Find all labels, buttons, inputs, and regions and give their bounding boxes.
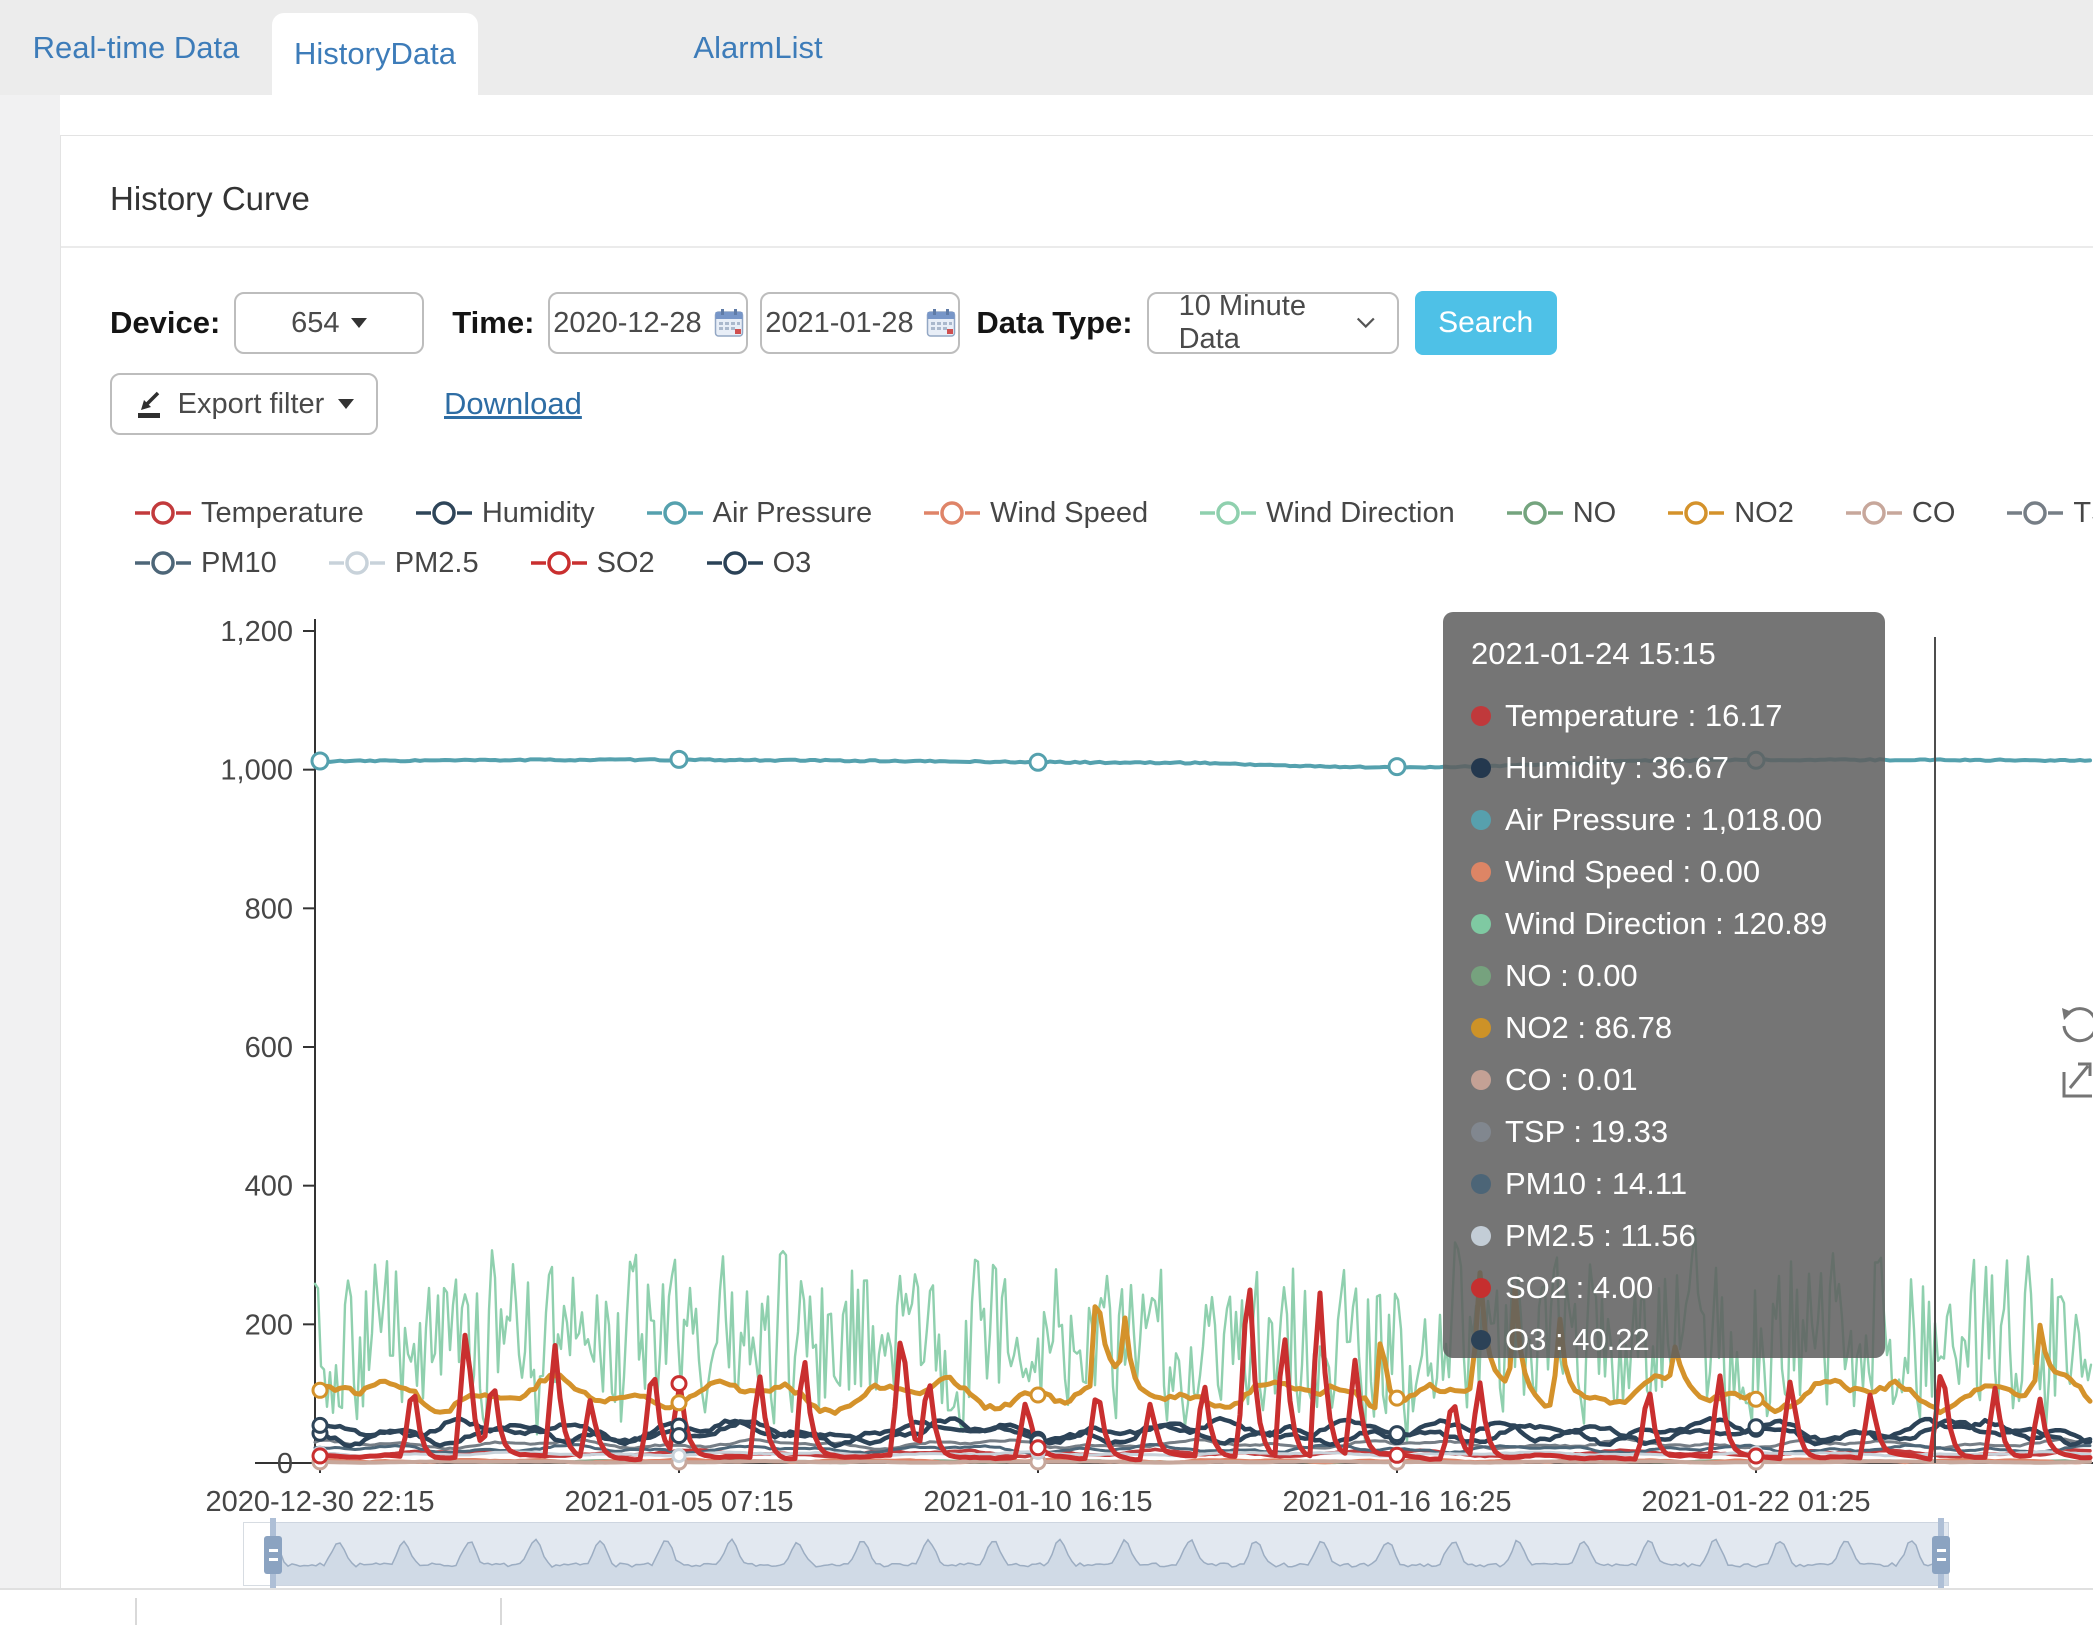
restore-icon[interactable]	[2058, 996, 2093, 1044]
tooltip-value: O3 : 40.22	[1505, 1322, 1650, 1358]
svg-text:800: 800	[245, 893, 293, 925]
chart-tooltip: 2021-01-24 15:15 Temperature : 16.17 Humi…	[1443, 612, 1885, 1358]
svg-text:400: 400	[245, 1171, 293, 1203]
page: { "tabs": { "items": [ {"label": "Real-t…	[0, 0, 2093, 1625]
tooltip-value: Wind Direction : 120.89	[1505, 906, 1827, 942]
datazoom-right-handle[interactable]	[1932, 1536, 1950, 1574]
series-dot-icon	[1471, 1330, 1491, 1350]
tooltip-row: NO2 : 86.78	[1471, 1002, 1861, 1054]
datazoom-track[interactable]	[243, 1522, 1949, 1586]
datazoom-left-handle[interactable]	[264, 1536, 282, 1574]
svg-text:1,000: 1,000	[220, 755, 293, 787]
svg-text:2020-12-30 22:15: 2020-12-30 22:15	[206, 1486, 435, 1518]
tooltip-value: NO2 : 86.78	[1505, 1010, 1672, 1046]
tooltip-value: CO : 0.01	[1505, 1062, 1638, 1098]
save-image-icon[interactable]	[2058, 1058, 2093, 1102]
series-dot-icon	[1471, 706, 1491, 726]
tooltip-value: Air Pressure : 1,018.00	[1505, 802, 1822, 838]
series-dot-icon	[1471, 1278, 1491, 1298]
tooltip-value: PM2.5 : 11.56	[1505, 1218, 1696, 1254]
datazoom-preview-wave	[244, 1523, 1948, 1585]
series-dot-icon	[1471, 1174, 1491, 1194]
tooltip-row: PM2.5 : 11.56	[1471, 1210, 1861, 1262]
table-column-divider	[500, 1598, 502, 1625]
svg-text:0: 0	[277, 1448, 293, 1480]
tooltip-value: PM10 : 14.11	[1505, 1166, 1687, 1202]
series-dot-icon	[1471, 862, 1491, 882]
series-dot-icon	[1471, 914, 1491, 934]
tooltip-row: Wind Direction : 120.89	[1471, 898, 1861, 950]
tooltip-value: SO2 : 4.00	[1505, 1270, 1653, 1306]
tooltip-row: Humidity : 36.67	[1471, 742, 1861, 794]
svg-text:2021-01-10 16:15: 2021-01-10 16:15	[924, 1486, 1153, 1518]
series-dot-icon	[1471, 1070, 1491, 1090]
series-dot-icon	[1471, 1226, 1491, 1246]
tooltip-row: Air Pressure : 1,018.00	[1471, 794, 1861, 846]
tooltip-row: Wind Speed : 0.00	[1471, 846, 1861, 898]
tooltip-row: NO : 0.00	[1471, 950, 1861, 1002]
tooltip-row: SO2 : 4.00	[1471, 1262, 1861, 1314]
tooltip-timestamp: 2021-01-24 15:15	[1471, 636, 1861, 672]
tooltip-row: PM10 : 14.11	[1471, 1158, 1861, 1210]
tooltip-value: TSP : 19.33	[1505, 1114, 1668, 1150]
svg-text:2021-01-22 01:25: 2021-01-22 01:25	[1642, 1486, 1871, 1518]
series-dot-icon	[1471, 966, 1491, 986]
tooltip-row: CO : 0.01	[1471, 1054, 1861, 1106]
series-dot-icon	[1471, 758, 1491, 778]
series-dot-icon	[1471, 1122, 1491, 1142]
svg-text:2021-01-05 07:15: 2021-01-05 07:15	[565, 1486, 794, 1518]
svg-text:1,200: 1,200	[220, 616, 293, 648]
tooltip-value: NO : 0.00	[1505, 958, 1638, 994]
table-column-divider	[135, 1598, 137, 1625]
tooltip-value: Wind Speed : 0.00	[1505, 854, 1760, 890]
tooltip-value: Temperature : 16.17	[1505, 698, 1782, 734]
series-co	[315, 1461, 2090, 1463]
svg-text:200: 200	[245, 1309, 293, 1341]
series-dot-icon	[1471, 1018, 1491, 1038]
series-dot-icon	[1471, 810, 1491, 830]
svg-text:2021-01-16 16:25: 2021-01-16 16:25	[1283, 1486, 1512, 1518]
tooltip-row: TSP : 19.33	[1471, 1106, 1861, 1158]
tooltip-row: Temperature : 16.17	[1471, 690, 1861, 742]
tooltip-row: O3 : 40.22	[1471, 1314, 1861, 1366]
svg-text:600: 600	[245, 1032, 293, 1064]
tooltip-value: Humidity : 36.67	[1505, 750, 1729, 786]
page-bottom-divider	[0, 1588, 2093, 1590]
